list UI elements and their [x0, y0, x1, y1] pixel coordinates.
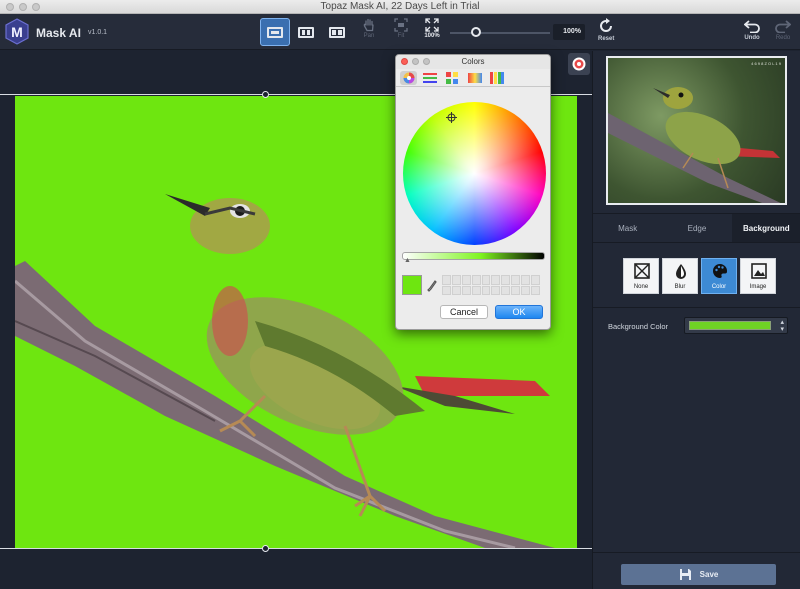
color-wheel-tab[interactable]	[400, 71, 417, 85]
color-sliders-tab[interactable]	[421, 71, 438, 85]
color-wheel[interactable]	[403, 102, 546, 245]
background-color-picker[interactable]: ▴ ▾	[684, 317, 788, 334]
background-blur-button[interactable]: Blur	[662, 258, 698, 294]
redo-icon	[775, 20, 792, 34]
app-version: v1.0.1	[88, 29, 108, 36]
hand-icon	[363, 18, 374, 32]
navigator-preview[interactable]: 4 6 9 8 Z O L 1 9	[606, 56, 787, 205]
background-toggle-button[interactable]	[568, 53, 590, 75]
background-toggle-icon	[572, 57, 586, 71]
color-wheel-icon	[403, 72, 414, 84]
image-icon	[751, 263, 767, 279]
dialog-window-controls	[401, 58, 430, 65]
right-panel: 4 6 9 8 Z O L 1 9 Mask Edge Background N…	[592, 51, 800, 589]
reset-icon	[600, 18, 613, 32]
preview-photo	[608, 87, 781, 203]
tab-edge[interactable]: Edge	[662, 214, 731, 242]
color-palettes-tab[interactable]	[443, 71, 460, 85]
brightness-slider-handle[interactable]: ▲	[404, 257, 411, 264]
actual-size-label: 100%	[424, 33, 440, 39]
fit-screen-icon	[394, 18, 408, 32]
split-view-button[interactable]	[291, 18, 321, 46]
dialog-zoom-button[interactable]	[423, 58, 430, 65]
undo-button[interactable]: Undo	[743, 19, 760, 41]
selection-handle-top[interactable]	[262, 91, 269, 98]
tab-background[interactable]: Background	[731, 214, 800, 242]
eyedropper-icon[interactable]	[427, 280, 437, 292]
app-window: Topaz Mask AI, 22 Days Left in Trial M M…	[0, 0, 800, 589]
dialog-minimize-button[interactable]	[412, 58, 419, 65]
undo-label: Undo	[744, 35, 760, 41]
background-none-label: None	[633, 284, 649, 290]
sliders-icon	[422, 73, 437, 83]
save-bar: Save	[593, 552, 800, 589]
background-color-swatch	[689, 321, 771, 330]
background-none-button[interactable]: None	[623, 258, 659, 294]
background-options: None Blur Color Image	[623, 258, 776, 294]
svg-text:M: M	[11, 24, 23, 40]
reset-button[interactable]: Reset	[598, 18, 614, 42]
background-color-button[interactable]: Color	[701, 258, 737, 294]
single-view-icon	[267, 26, 283, 38]
none-icon	[634, 263, 650, 279]
dialog-close-button[interactable]	[401, 58, 408, 65]
pencils-icon	[489, 72, 504, 84]
reset-label: Reset	[598, 36, 615, 42]
floppy-disk-icon	[679, 569, 691, 580]
toolbar: M Mask AI v1.0.1 Pan Fit 100% 100% Reset…	[0, 14, 800, 50]
background-image-button[interactable]: Image	[740, 258, 776, 294]
selection-handle-bottom[interactable]	[262, 545, 269, 552]
mask-ai-logo: M	[5, 18, 29, 45]
selection-bottom-edge	[0, 548, 592, 549]
zoom-slider-track[interactable]	[450, 32, 550, 34]
save-button[interactable]: Save	[621, 564, 776, 585]
split-view-icon	[298, 26, 314, 38]
spectrum-icon	[467, 73, 482, 83]
expand-icon	[425, 18, 439, 32]
fit-button[interactable]: Fit	[389, 18, 413, 39]
app-name: Mask AI	[36, 26, 81, 40]
background-blur-label: Blur	[674, 284, 686, 290]
actual-size-button[interactable]: 100%	[420, 18, 444, 39]
colors-dialog-title: Colors	[461, 57, 485, 66]
window-title: Topaz Mask AI, 22 Days Left in Trial	[320, 1, 480, 12]
background-color-field-label: Background Color	[608, 322, 669, 331]
ok-button[interactable]: OK	[495, 305, 543, 319]
fit-label: Fit	[397, 33, 405, 39]
panel-divider	[593, 307, 800, 308]
window-titlebar: Topaz Mask AI, 22 Days Left in Trial	[0, 0, 800, 14]
preview-caption: 4 6 9 8 Z O L 1 9	[751, 61, 781, 66]
single-view-button[interactable]	[260, 18, 290, 46]
pan-button[interactable]: Pan	[357, 18, 381, 39]
saved-color-swatches[interactable]	[442, 275, 540, 295]
side-by-side-view-button[interactable]	[322, 18, 352, 46]
panel-tabs: Mask Edge Background	[593, 213, 800, 243]
palette-icon	[713, 263, 728, 278]
pan-label: Pan	[363, 33, 375, 39]
current-color-swatch[interactable]	[402, 275, 422, 295]
cancel-button[interactable]: Cancel	[440, 305, 488, 319]
side-by-side-view-icon	[329, 26, 345, 38]
background-image-label: Image	[749, 284, 767, 290]
zoom-slider-handle[interactable]	[471, 27, 481, 37]
redo-label: Redo	[775, 35, 791, 41]
colors-dialog: Colors ▲ Cancel OK	[395, 54, 551, 330]
color-mode-tabs	[396, 69, 550, 87]
palettes-icon	[445, 72, 458, 84]
colors-dialog-titlebar: Colors	[396, 55, 550, 69]
background-color-label: Color	[711, 284, 727, 290]
pencils-tab[interactable]	[488, 71, 505, 85]
color-selector-crosshair-icon[interactable]	[446, 112, 457, 123]
blur-icon	[676, 264, 686, 279]
brightness-slider[interactable]	[402, 252, 545, 260]
save-label: Save	[699, 570, 719, 579]
image-palettes-tab[interactable]	[466, 71, 483, 85]
zoom-value[interactable]: 100%	[553, 24, 585, 40]
redo-button[interactable]: Redo	[775, 19, 792, 41]
undo-icon	[743, 20, 760, 34]
stepper-arrows-icon: ▴ ▾	[780, 319, 784, 333]
tab-mask[interactable]: Mask	[593, 214, 662, 242]
